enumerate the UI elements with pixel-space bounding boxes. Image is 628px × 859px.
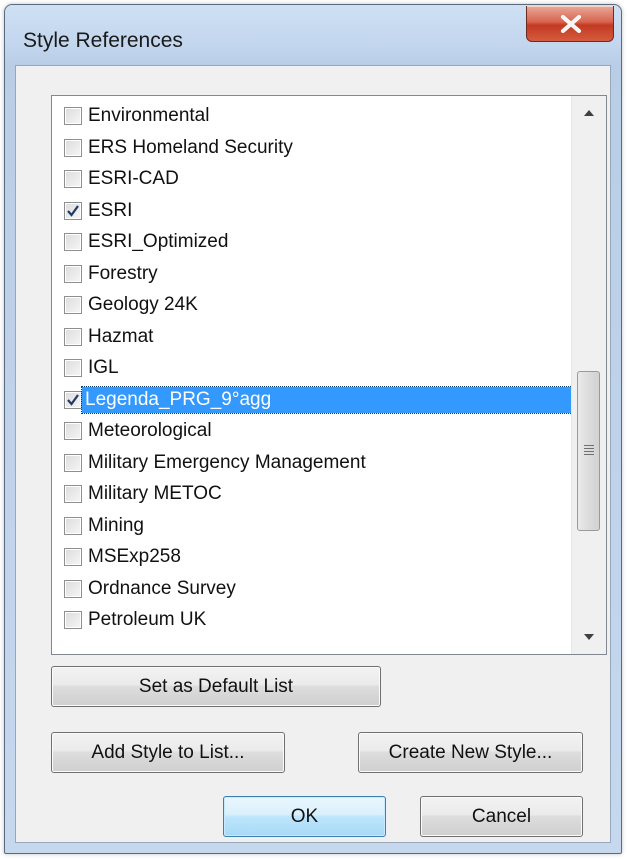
list-item[interactable]: ESRI-CAD (52, 162, 572, 193)
list-item[interactable]: Meteorological (52, 414, 572, 445)
close-x-icon (561, 15, 581, 33)
list-item[interactable]: ESRI_Optimized (52, 225, 572, 256)
list-item[interactable]: Ordnance Survey (52, 572, 572, 603)
add-style-label: Add Style to List... (91, 741, 245, 763)
style-checkbox[interactable] (64, 170, 82, 188)
style-checkbox[interactable] (64, 390, 82, 409)
list-item[interactable]: ESRI (52, 194, 572, 225)
style-item-label: ESRI_Optimized (88, 231, 229, 252)
style-checkbox[interactable] (64, 359, 82, 377)
style-references-dialog: Style References Environmental ERS Homela… (4, 4, 622, 854)
list-item[interactable]: Military Emergency Management (52, 446, 572, 477)
create-new-style-button[interactable]: Create New Style... (358, 732, 583, 773)
list-item[interactable]: Forestry (52, 257, 572, 288)
style-checkbox[interactable] (64, 485, 82, 503)
ok-label: OK (290, 805, 319, 827)
style-checkbox[interactable] (64, 138, 82, 157)
style-checkbox[interactable] (64, 548, 82, 566)
list-item[interactable]: Geology 24K (52, 288, 572, 319)
scroll-up-button[interactable] (572, 96, 606, 130)
style-checkbox[interactable] (64, 611, 82, 629)
style-item-label: Military METOC (88, 483, 222, 504)
set-default-list-label: Set as Default List (138, 675, 294, 697)
style-checkbox[interactable] (64, 579, 82, 598)
style-item-label: Petroleum UK (88, 609, 207, 630)
cancel-button[interactable]: Cancel (420, 796, 583, 837)
ok-button[interactable]: OK (223, 796, 386, 837)
list-item[interactable]: Legenda_PRG_9°agg (52, 383, 573, 414)
vertical-scrollbar[interactable] (571, 96, 606, 654)
set-default-list-button[interactable]: Set as Default List (51, 666, 381, 707)
style-item-label: Hazmat (88, 325, 154, 347)
dialog-title: Style References (23, 29, 183, 52)
style-item-label: ESRI-CAD (88, 168, 179, 189)
scroll-thumb[interactable] (577, 371, 600, 531)
close-button[interactable] (526, 6, 614, 42)
cancel-label: Cancel (471, 805, 532, 827)
style-item-label: ESRI (88, 199, 133, 221)
triangle-up-icon (584, 110, 594, 116)
style-checkbox[interactable] (64, 327, 82, 346)
list-item[interactable]: Petroleum UK (52, 603, 572, 634)
style-item-label: Ordnance Survey (88, 577, 236, 599)
triangle-down-icon (584, 634, 594, 640)
scroll-down-button[interactable] (572, 620, 606, 654)
style-item-label: Military Emergency Management (88, 451, 366, 473)
style-item-label: Meteorological (88, 420, 212, 441)
style-checkbox[interactable] (64, 107, 82, 125)
list-item[interactable]: Mining (52, 509, 572, 540)
list-item[interactable]: ERS Homeland Security (52, 131, 572, 162)
style-item-label: Geology 24K (88, 294, 198, 315)
style-item-label: Legenda_PRG_9°agg (81, 385, 573, 414)
add-style-button[interactable]: Add Style to List... (51, 732, 285, 773)
style-item-label: Mining (88, 514, 144, 536)
style-list[interactable]: Environmental ERS Homeland Security ESRI-C… (51, 95, 607, 655)
checkmark-icon (67, 393, 79, 406)
checkmark-icon (67, 204, 79, 217)
style-checkbox[interactable] (64, 296, 82, 314)
dialog-client-area: Environmental ERS Homeland Security ESRI-C… (15, 65, 611, 843)
style-item-label: ERS Homeland Security (88, 136, 293, 158)
list-item[interactable]: Military METOC (52, 477, 572, 508)
style-item-label: MSExp258 (88, 546, 181, 567)
style-checkbox[interactable] (64, 453, 82, 472)
list-item[interactable]: Hazmat (52, 320, 572, 351)
style-checkbox[interactable] (64, 233, 82, 251)
scroll-thumb-grip (584, 445, 594, 457)
style-item-label: Environmental (88, 105, 210, 126)
style-item-label: Forestry (88, 262, 158, 284)
list-item[interactable]: Environmental (52, 99, 572, 130)
list-item[interactable]: MSExp258 (52, 540, 572, 571)
style-checkbox[interactable] (64, 422, 82, 440)
style-checkbox[interactable] (64, 516, 82, 535)
list-item[interactable]: IGL (52, 351, 572, 382)
style-checkbox[interactable] (64, 201, 82, 220)
style-checkbox[interactable] (64, 264, 82, 283)
create-new-style-label: Create New Style... (388, 741, 553, 763)
style-item-label: IGL (88, 357, 119, 378)
